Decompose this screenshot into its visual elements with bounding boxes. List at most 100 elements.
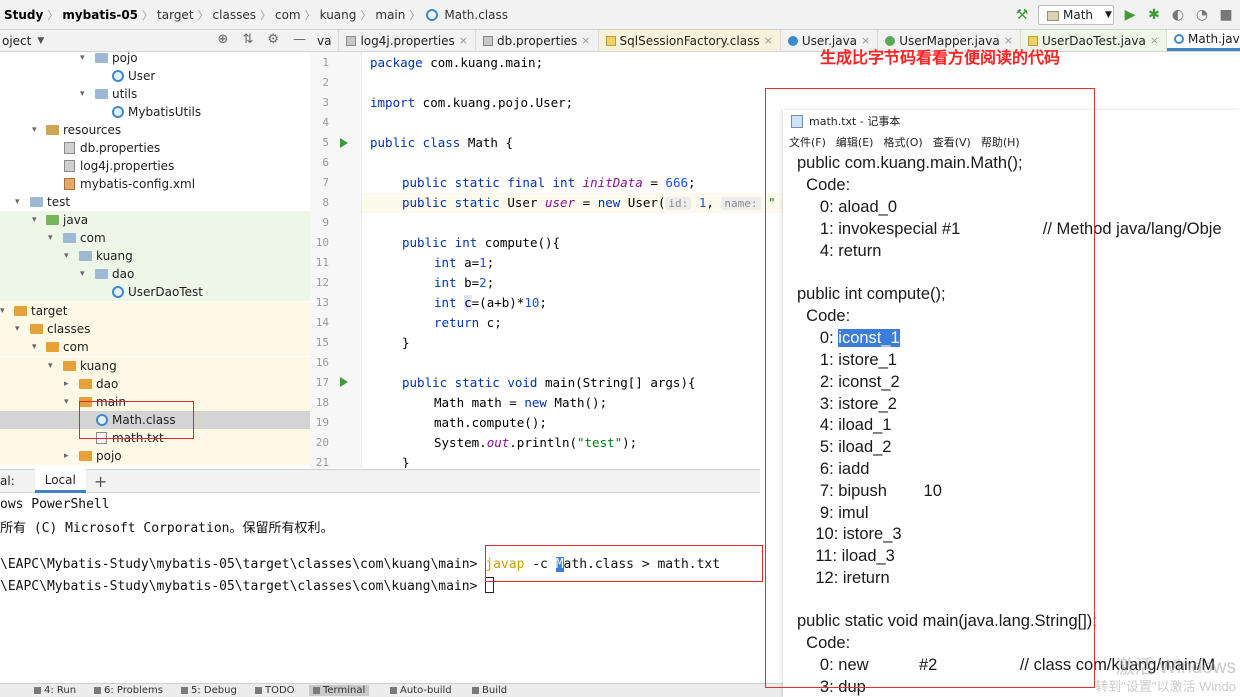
run-tool-button[interactable]: 4: Run xyxy=(34,685,76,696)
breadcrumb-com[interactable]: com xyxy=(271,8,305,22)
breadcrumb-separator: 〉 xyxy=(360,8,372,22)
notepad-title-bar[interactable]: math.txt - 记事本 xyxy=(783,110,1240,132)
breadcrumb-main[interactable]: main xyxy=(371,8,409,22)
terminal-tool-button[interactable]: Terminal xyxy=(309,685,370,696)
tree-item-test[interactable]: ▾ test xyxy=(0,193,310,211)
tab-math-java[interactable]: Math.java × xyxy=(1167,30,1240,51)
breadcrumb-target[interactable]: target xyxy=(153,8,198,22)
line-number: 21 xyxy=(315,456,329,469)
minimize-icon[interactable]: — xyxy=(293,32,306,47)
tree-item-target[interactable]: ▾ target xyxy=(0,302,310,320)
chevron-down-icon[interactable]: ▾ xyxy=(48,357,58,375)
breadcrumb-project[interactable]: Study xyxy=(0,8,47,22)
run-gutter-icon[interactable] xyxy=(340,377,348,387)
debug-tool-button[interactable]: 5: Debug xyxy=(181,685,237,696)
tree-item-test-dao[interactable]: ▾ dao xyxy=(0,265,310,283)
tree-item-target-dao[interactable]: ▸ dao xyxy=(0,375,310,393)
breadcrumb-kuang[interactable]: kuang xyxy=(316,8,361,22)
collapse-all-icon[interactable]: ⇅ xyxy=(242,32,253,47)
bytecode-line: 11: iload_3 xyxy=(797,547,895,565)
notepad-window[interactable]: math.txt - 记事本 文件(F) 编辑(E) 格式(O) 查看(V) 帮… xyxy=(783,110,1240,697)
hammer-build-icon xyxy=(472,687,479,694)
breadcrumb-separator: 〉 xyxy=(409,8,421,22)
terminal-output[interactable]: ows PowerShell 所有 (C) Microsoft Corporat… xyxy=(0,493,765,683)
chevron-down-icon[interactable]: ▾ xyxy=(64,247,74,265)
tab-db-properties[interactable]: db.properties × xyxy=(476,30,599,51)
tree-item-utils[interactable]: ▾ utils xyxy=(0,85,310,103)
breadcrumb-classes[interactable]: classes xyxy=(209,8,260,22)
bytecode-line: 6: iadd xyxy=(797,460,870,478)
tree-item-target-kuang[interactable]: ▾ kuang xyxy=(0,357,310,375)
new-terminal-plus-icon[interactable]: + xyxy=(94,472,107,491)
tab-partial[interactable]: va xyxy=(310,30,340,51)
auto-build-tool-button[interactable]: Auto-build xyxy=(390,685,452,696)
chevron-down-icon[interactable]: ▾ xyxy=(32,121,42,139)
gear-icon[interactable]: ⚙ xyxy=(267,32,279,47)
chevron-down-icon[interactable]: ▾ xyxy=(80,85,90,103)
menu-help[interactable]: 帮助(H) xyxy=(981,134,1020,154)
menu-view[interactable]: 查看(V) xyxy=(933,134,971,154)
package-folder-icon xyxy=(95,53,108,63)
tree-item-db-properties[interactable]: db.properties xyxy=(0,139,310,157)
tree-item-math-class[interactable]: Math.class xyxy=(0,411,310,429)
tree-item-mybatis-config[interactable]: mybatis-config.xml xyxy=(0,175,310,193)
build-tool-button[interactable]: Build xyxy=(472,685,507,696)
todo-tool-button[interactable]: TODO xyxy=(255,685,295,696)
close-icon[interactable]: × xyxy=(581,34,590,47)
tree-item-target-pojo[interactable]: ▸ pojo xyxy=(0,447,310,465)
line-number: 13 xyxy=(315,296,329,309)
tree-item-test-kuang[interactable]: ▾ kuang xyxy=(0,247,310,265)
menu-file[interactable]: 文件(F) xyxy=(789,134,826,154)
project-panel-title[interactable]: oject xyxy=(0,34,31,48)
tree-item-test-com[interactable]: ▾ com xyxy=(0,229,310,247)
chevron-right-icon[interactable]: ▸ xyxy=(64,375,74,393)
locate-crosshair-icon[interactable]: ⊕ xyxy=(218,32,229,47)
chevron-down-icon[interactable]: ▾ xyxy=(80,52,90,67)
tree-item-user[interactable]: User xyxy=(0,67,310,85)
code-line: int b=2; xyxy=(434,275,495,290)
chevron-down-icon[interactable]: ▾ xyxy=(32,338,42,356)
notepad-menu-bar: 文件(F) 编辑(E) 格式(O) 查看(V) 帮助(H) xyxy=(783,134,1020,154)
chevron-down-icon[interactable]: ▾ xyxy=(48,229,58,247)
coverage-icon[interactable]: ◐ xyxy=(1170,7,1186,23)
tab-terminal-local[interactable]: Local xyxy=(34,469,86,493)
chevron-down-icon[interactable]: ▾ xyxy=(15,320,25,338)
tab-log4j-properties[interactable]: log4j.properties × xyxy=(339,30,476,51)
chevron-right-icon[interactable]: ▸ xyxy=(64,447,74,465)
tree-item-classes[interactable]: ▾ classes xyxy=(0,320,310,338)
stop-square-icon[interactable]: ■ xyxy=(1218,7,1234,23)
tree-item-target-main[interactable]: ▾ main xyxy=(0,393,310,411)
breadcrumb-file[interactable]: Math.class xyxy=(440,8,512,22)
chevron-down-icon[interactable]: ▾ xyxy=(32,211,42,229)
tree-item-math-txt[interactable]: math.txt xyxy=(0,429,310,447)
tree-item-test-java[interactable]: ▾ java xyxy=(0,211,310,229)
chevron-down-icon[interactable]: ▾ xyxy=(80,265,90,283)
menu-format[interactable]: 格式(O) xyxy=(883,134,922,154)
chevron-down-icon[interactable]: ▾ xyxy=(15,193,25,211)
run-icon[interactable]: ▶ xyxy=(1122,7,1138,23)
tree-item-mybatisutils[interactable]: MybatisUtils xyxy=(0,103,310,121)
run-gutter-icon[interactable] xyxy=(340,138,348,148)
debug-bug-icon[interactable]: ✱ xyxy=(1146,7,1162,23)
tab-sqlsessionfactory[interactable]: SqlSessionFactory.class × xyxy=(598,30,781,51)
tree-item-pojo[interactable]: ▾ pojo xyxy=(0,52,310,67)
profiler-icon[interactable]: ◔ xyxy=(1194,7,1210,23)
close-icon[interactable]: × xyxy=(764,34,773,47)
problems-tool-button[interactable]: 6: Problems xyxy=(94,685,163,696)
tree-item-resources[interactable]: ▾ resources xyxy=(0,121,310,139)
menu-edit[interactable]: 编辑(E) xyxy=(836,134,874,154)
tree-item-log4j-properties[interactable]: log4j.properties xyxy=(0,157,310,175)
close-icon[interactable]: × xyxy=(1150,34,1159,47)
tree-item-userdaotest[interactable]: UserDaoTest xyxy=(0,283,310,301)
line-number: 15 xyxy=(315,336,329,349)
tree-item-target-com[interactable]: ▾ com xyxy=(0,338,310,356)
breadcrumb-module[interactable]: mybatis-05 xyxy=(58,8,142,22)
notepad-text-area[interactable]: public com.kuang.main.Math(); Code: 0: a… xyxy=(783,154,1240,697)
activation-watermark-hint: 转到"设置"以激活 Windo xyxy=(1095,679,1236,694)
hammer-build-icon[interactable]: ⚒ xyxy=(1014,7,1030,23)
close-icon[interactable]: × xyxy=(459,34,468,47)
chevron-down-icon[interactable]: ▾ xyxy=(64,393,74,411)
chevron-down-icon[interactable]: ▼ xyxy=(37,36,44,46)
run-configuration-select[interactable]: Math ▼ xyxy=(1038,5,1114,25)
chevron-down-icon[interactable]: ▾ xyxy=(0,302,10,320)
